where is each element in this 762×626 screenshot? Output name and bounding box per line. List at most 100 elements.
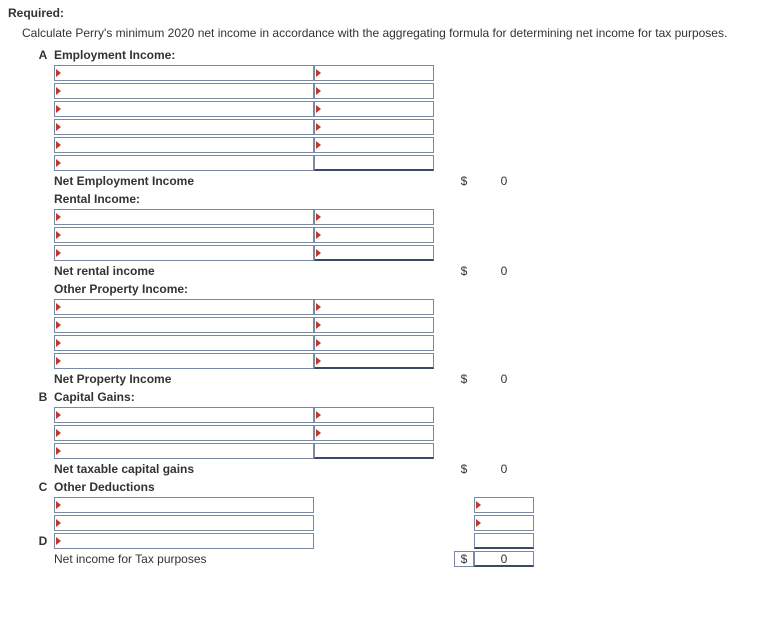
emp-desc-input[interactable] [54, 83, 314, 99]
emp-desc-input[interactable] [54, 155, 314, 171]
dropdown-icon [56, 411, 61, 419]
dropdown-icon [56, 447, 61, 455]
dropdown-icon [56, 357, 61, 365]
property-val-input[interactable] [314, 317, 434, 333]
emp-desc-input[interactable] [54, 101, 314, 117]
dropdown-icon [476, 519, 481, 527]
dropdown-icon [316, 105, 321, 113]
dropdown-icon [316, 69, 321, 77]
dropdown-icon [316, 357, 321, 365]
currency-symbol: $ [454, 460, 474, 478]
property-desc-input[interactable] [54, 335, 314, 351]
dropdown-icon [316, 411, 321, 419]
currency-symbol: $ [454, 172, 474, 190]
dropdown-icon [316, 429, 321, 437]
deduct-val-input[interactable] [474, 515, 534, 531]
emp-val-input[interactable] [314, 65, 434, 81]
section-letter-a: A [32, 46, 54, 64]
rental-desc-input[interactable] [54, 209, 314, 225]
dropdown-icon [316, 321, 321, 329]
rental-desc-input[interactable] [54, 227, 314, 243]
rental-desc-input[interactable] [54, 245, 314, 261]
property-val-input[interactable] [314, 299, 434, 315]
section-letter-d: D [32, 532, 54, 550]
dropdown-icon [316, 231, 321, 239]
dropdown-icon [316, 249, 321, 257]
currency-symbol-box: $ [454, 551, 474, 567]
capgain-desc-input[interactable] [54, 425, 314, 441]
dropdown-icon [56, 321, 61, 329]
section-title-b: Capital Gains: [54, 390, 135, 404]
net-capgain-value: 0 [474, 460, 534, 478]
dropdown-icon [56, 303, 61, 311]
section-title-c: Other Deductions [54, 480, 155, 494]
net-property-value: 0 [474, 370, 534, 388]
capgain-desc-input[interactable] [54, 443, 314, 459]
section-letter-b: B [32, 388, 54, 406]
dropdown-icon [56, 105, 61, 113]
section-title-a: Employment Income: [54, 48, 175, 62]
rental-val-input[interactable] [314, 245, 434, 261]
dropdown-icon [56, 429, 61, 437]
property-val-input[interactable] [314, 353, 434, 369]
net-income-value: 0 [474, 551, 534, 567]
emp-val-input[interactable] [314, 101, 434, 117]
rental-title: Rental Income: [54, 192, 140, 206]
dropdown-icon [56, 87, 61, 95]
dropdown-icon [56, 537, 61, 545]
property-val-input[interactable] [314, 335, 434, 351]
intro-text: Calculate Perry's minimum 2020 net incom… [22, 26, 754, 40]
net-rental-label: Net rental income [54, 264, 155, 278]
rental-val-input[interactable] [314, 227, 434, 243]
currency-symbol: $ [454, 370, 474, 388]
d-desc-input[interactable] [54, 533, 314, 549]
net-property-label: Net Property Income [54, 372, 171, 386]
other-property-title: Other Property Income: [54, 282, 188, 296]
emp-val-input[interactable] [314, 83, 434, 99]
required-heading: Required: [8, 6, 754, 20]
dropdown-icon [316, 87, 321, 95]
property-desc-input[interactable] [54, 299, 314, 315]
emp-val-input[interactable] [314, 155, 434, 171]
emp-val-input[interactable] [314, 137, 434, 153]
dropdown-icon [316, 339, 321, 347]
deduct-desc-input[interactable] [54, 497, 314, 513]
currency-symbol: $ [454, 262, 474, 280]
net-employment-label: Net Employment Income [54, 174, 194, 188]
dropdown-icon [56, 519, 61, 527]
dropdown-icon [316, 141, 321, 149]
emp-desc-input[interactable] [54, 137, 314, 153]
dropdown-icon [56, 123, 61, 131]
dropdown-icon [56, 339, 61, 347]
deduct-desc-input[interactable] [54, 515, 314, 531]
dropdown-icon [316, 213, 321, 221]
deduct-val-input[interactable] [474, 497, 534, 513]
emp-val-input[interactable] [314, 119, 434, 135]
capgain-desc-input[interactable] [54, 407, 314, 423]
dropdown-icon [476, 501, 481, 509]
section-letter-c: C [32, 478, 54, 496]
dropdown-icon [56, 213, 61, 221]
emp-desc-input[interactable] [54, 119, 314, 135]
dropdown-icon [56, 159, 61, 167]
emp-desc-input[interactable] [54, 65, 314, 81]
property-desc-input[interactable] [54, 317, 314, 333]
capgain-val-input[interactable] [314, 407, 434, 423]
dropdown-icon [316, 123, 321, 131]
dropdown-icon [316, 303, 321, 311]
dropdown-icon [56, 231, 61, 239]
net-income-label: Net income for Tax purposes [54, 552, 207, 566]
dropdown-icon [56, 249, 61, 257]
worksheet-table: A Employment Income: Net Employment Inco… [32, 46, 534, 568]
rental-val-input[interactable] [314, 209, 434, 225]
net-rental-value: 0 [474, 262, 534, 280]
capgain-val-input[interactable] [314, 443, 434, 459]
property-desc-input[interactable] [54, 353, 314, 369]
net-capgain-label: Net taxable capital gains [54, 462, 194, 476]
capgain-val-input[interactable] [314, 425, 434, 441]
dropdown-icon [56, 141, 61, 149]
dropdown-icon [56, 69, 61, 77]
d-val-input[interactable] [474, 533, 534, 549]
dropdown-icon [56, 501, 61, 509]
net-employment-value: 0 [474, 172, 534, 190]
